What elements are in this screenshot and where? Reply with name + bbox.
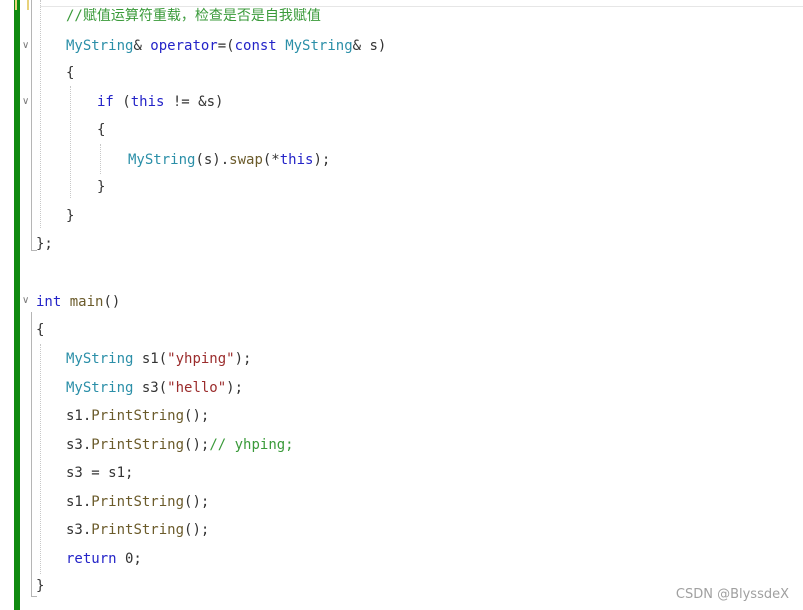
- code-token: s3.: [66, 437, 92, 453]
- indent-guide: [100, 144, 101, 174]
- code-token: );: [234, 351, 252, 367]
- code-token: s3 = s1;: [66, 465, 134, 481]
- watermark: CSDN @BlyssdeX: [675, 587, 789, 602]
- code-line[interactable]: {: [66, 63, 74, 83]
- code-token: MyString: [66, 38, 134, 54]
- code-token: swap: [229, 152, 263, 168]
- indent-guide: [40, 344, 41, 574]
- code-token: MyString: [66, 351, 134, 367]
- code-line[interactable]: {: [97, 120, 105, 140]
- code-token: MyString: [128, 152, 196, 168]
- code-token: {: [66, 65, 75, 81]
- code-token: int: [36, 294, 62, 310]
- code-token: ();: [184, 494, 210, 510]
- code-line[interactable]: }: [97, 177, 105, 197]
- code-line[interactable]: {: [36, 320, 44, 340]
- code-token: };: [36, 236, 53, 252]
- code-token: 0;: [116, 551, 142, 567]
- fold-outline-class: [31, 0, 32, 250]
- change-indicator-bar: [14, 0, 20, 610]
- code-token: main: [69, 294, 104, 310]
- chevron-down-icon[interactable]: ∨: [22, 96, 29, 107]
- code-token: ();: [184, 408, 210, 424]
- code-line[interactable]: };: [36, 234, 53, 254]
- code-token: s1.: [66, 494, 92, 510]
- change-indicator-unsaved: [15, 0, 17, 10]
- code-token: s3.: [66, 522, 92, 538]
- code-token: //赋值运算符重载，检查是否是自我赋值: [66, 8, 321, 24]
- indent-guide: [40, 0, 41, 228]
- code-line[interactable]: s3.PrintString();: [66, 520, 209, 540]
- code-token: ();: [184, 522, 210, 538]
- change-indicator-unsaved: [27, 0, 29, 10]
- code-line[interactable]: MyString s3("hello");: [66, 378, 243, 398]
- code-token: }: [66, 208, 75, 224]
- code-line[interactable]: if (this != &s): [97, 92, 223, 112]
- code-token: return: [66, 551, 117, 567]
- code-token: }: [97, 179, 106, 195]
- code-token: s1(: [133, 351, 168, 367]
- code-token: "hello": [167, 380, 227, 396]
- code-token: operator: [150, 38, 218, 54]
- code-line[interactable]: MyString(s).swap(*this);: [128, 150, 330, 170]
- code-token: s1.: [66, 408, 92, 424]
- code-token: =(: [217, 38, 235, 54]
- code-token: MyString: [285, 38, 353, 54]
- code-line[interactable]: }: [66, 206, 74, 226]
- code-token: PrintString: [91, 494, 185, 510]
- code-token: s3(: [133, 380, 168, 396]
- code-line[interactable]: //赋值运算符重载，检查是否是自我赋值: [66, 6, 321, 26]
- code-line[interactable]: s3 = s1;: [66, 463, 133, 483]
- code-token: // yhping;: [209, 437, 294, 453]
- fold-end-tick: [31, 596, 37, 597]
- code-token: PrintString: [91, 437, 185, 453]
- code-token: (s).: [195, 152, 230, 168]
- code-token: (: [113, 94, 131, 110]
- code-token: );: [313, 152, 331, 168]
- code-token: const: [234, 38, 277, 54]
- code-token: }: [36, 578, 45, 594]
- chevron-down-icon[interactable]: ∨: [22, 295, 29, 306]
- code-line[interactable]: MyString& operator=(const MyString& s): [66, 36, 386, 56]
- code-line[interactable]: s1.PrintString();: [66, 492, 209, 512]
- code-token: this: [279, 152, 314, 168]
- code-token: {: [36, 322, 45, 338]
- code-token: PrintString: [91, 522, 185, 538]
- code-token: this: [130, 94, 165, 110]
- code-line[interactable]: s1.PrintString();: [66, 406, 209, 426]
- fold-outline-main: [31, 312, 32, 596]
- code-line[interactable]: int main(): [36, 292, 120, 312]
- code-token: != &s): [164, 94, 224, 110]
- code-token: MyString: [66, 380, 134, 396]
- code-token: ();: [184, 437, 210, 453]
- code-line[interactable]: return 0;: [66, 549, 142, 569]
- code-line[interactable]: }: [36, 576, 44, 596]
- code-token: & s): [352, 38, 387, 54]
- indent-guide: [70, 86, 71, 198]
- chevron-down-icon[interactable]: ∨: [22, 40, 29, 51]
- code-token: );: [226, 380, 244, 396]
- code-token: &: [133, 38, 151, 54]
- code-token: "yhping": [167, 351, 235, 367]
- code-line[interactable]: MyString s1("yhping");: [66, 349, 251, 369]
- code-token: (*: [262, 152, 280, 168]
- code-token: (): [103, 294, 121, 310]
- code-token: if: [97, 94, 114, 110]
- code-token: {: [97, 122, 106, 138]
- code-token: PrintString: [91, 408, 185, 424]
- code-line[interactable]: s3.PrintString();// yhping;: [66, 435, 294, 455]
